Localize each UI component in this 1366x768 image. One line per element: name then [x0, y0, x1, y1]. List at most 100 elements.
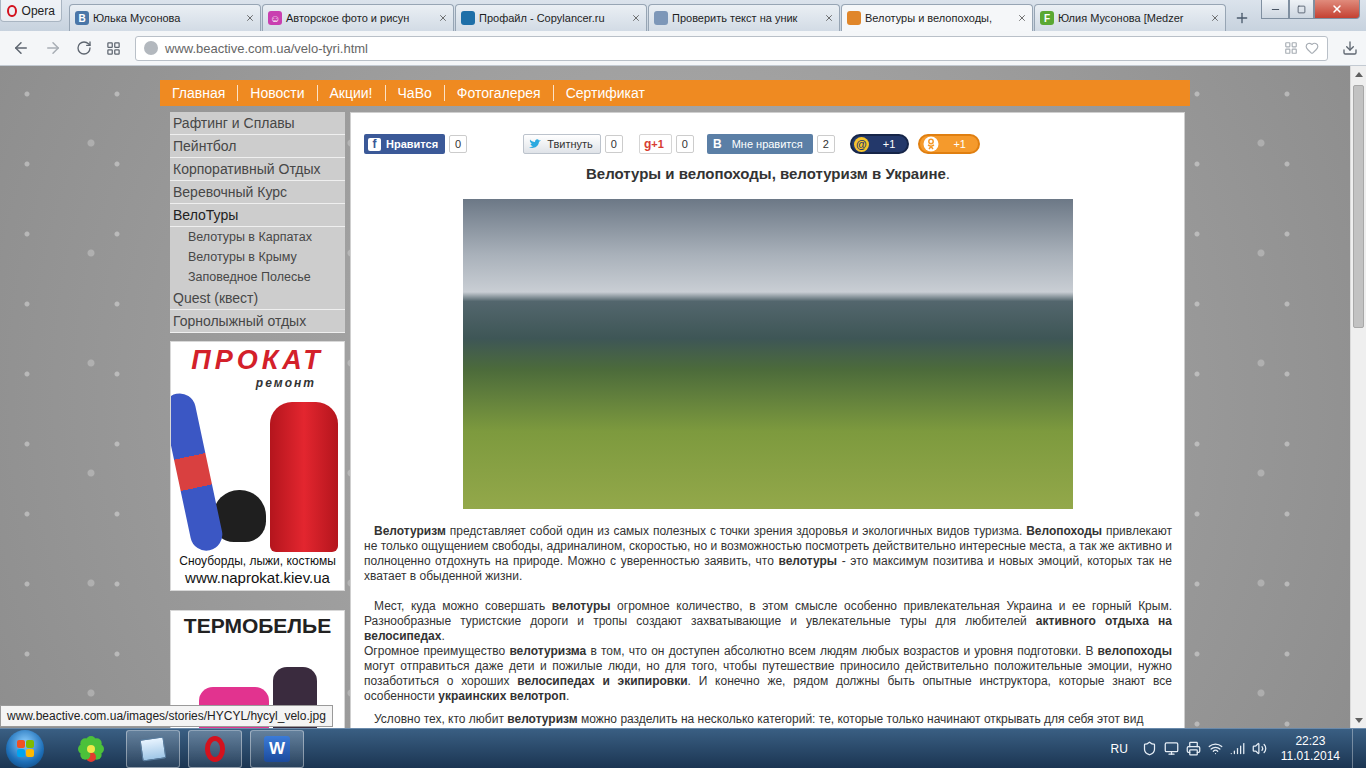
- sidebar-item[interactable]: Заповедное Полесье: [170, 267, 345, 287]
- heart-icon: [1305, 41, 1319, 55]
- share-button[interactable]: Твитнуть: [523, 134, 601, 154]
- cyclist-photo: [463, 199, 1073, 509]
- printer-icon[interactable]: [1186, 741, 1201, 756]
- address-field[interactable]: www.beactive.com.ua/velo-tyri.html: [135, 36, 1328, 61]
- plus-icon: [1234, 10, 1250, 26]
- gp-logo-icon: g: [644, 137, 651, 151]
- snowboard-icon: [170, 391, 226, 554]
- sidebar-item[interactable]: Веревочный Курс: [170, 181, 345, 204]
- bookmark-button[interactable]: [1305, 41, 1319, 55]
- paragraph: Огромное преимущество велотуризма в том,…: [364, 644, 1172, 704]
- sidebar-item[interactable]: Корпоративный Отдых: [170, 158, 345, 181]
- start-button[interactable]: [6, 730, 44, 768]
- sidebar-item[interactable]: Велотуры в Крыму: [170, 247, 345, 267]
- site-nav: ГлавнаяНовостиАкции!ЧаВоФотогалереяСерти…: [160, 80, 1190, 106]
- network-icon[interactable]: [1208, 741, 1223, 756]
- sidebar-item[interactable]: Велотуры в Карпатах: [170, 227, 345, 247]
- banner-subtitle: ремонт: [256, 376, 316, 390]
- back-button[interactable]: [12, 39, 30, 57]
- banner-url: www.naprokat.kiev.ua: [185, 569, 330, 588]
- sidebar: Рафтинг и СплавыПейнтболКорпоративный От…: [170, 112, 345, 728]
- social-buttons: fНравится0Твитнуть0g+10ВМне нравится2@+1…: [364, 133, 1172, 155]
- tab-label: Юлька Мусонова: [93, 12, 241, 24]
- taskbar-app[interactable]: [64, 730, 118, 768]
- share-button[interactable]: +1: [918, 134, 980, 154]
- sidebar-item[interactable]: Рафтинг и Сплавы: [170, 112, 345, 135]
- prokat-banner[interactable]: ПРОКАТремонтСноуборды, лыжи, костюмыwww.…: [170, 341, 345, 591]
- browser-tab[interactable]: Велотуры и велопоходы,: [841, 4, 1033, 31]
- show-desktop-button[interactable]: [1352, 729, 1366, 768]
- sidebar-item[interactable]: Пейнтбол: [170, 135, 345, 158]
- new-tab-button[interactable]: [1234, 10, 1250, 26]
- site-container: ГлавнаяНовостиАкции!ЧаВоФотогалереяСерти…: [160, 80, 1190, 728]
- nav-link[interactable]: ЧаВо: [385, 85, 444, 101]
- address-text: www.beactive.com.ua/velo-tyri.html: [165, 41, 1277, 56]
- nav-link[interactable]: Главная: [160, 85, 237, 101]
- minimize-button[interactable]: [1261, 0, 1289, 19]
- browser-tab[interactable]: ☺Авторское фото и рисун: [262, 4, 454, 31]
- share-button[interactable]: @+1: [850, 134, 910, 154]
- scrollbar[interactable]: [1350, 66, 1366, 728]
- share-count: 0: [676, 135, 694, 153]
- share-label: Мне нравится: [732, 138, 803, 150]
- close-tab-icon[interactable]: [438, 13, 448, 23]
- nav-link[interactable]: Фотогалерея: [444, 85, 553, 101]
- scroll-thumb[interactable]: [1353, 85, 1364, 328]
- forward-button[interactable]: [44, 39, 62, 57]
- scroll-up-icon[interactable]: [1351, 66, 1366, 82]
- speed-dial-button[interactable]: [106, 41, 121, 56]
- article-text: Велотуризм представляет собой один из са…: [364, 524, 1172, 727]
- maximize-icon: [1297, 5, 1306, 14]
- fb-logo-icon: f: [368, 138, 381, 151]
- share-label: Твитнуть: [547, 138, 593, 150]
- web-page: ГлавнаяНовостиАкции!ЧаВоФотогалереяСерти…: [0, 66, 1350, 728]
- close-tab-icon[interactable]: [824, 13, 834, 23]
- tab-label: Авторское фото и рисун: [286, 12, 434, 24]
- odnoklassniki-icon: [923, 136, 939, 152]
- language-indicator[interactable]: RU: [1110, 742, 1127, 756]
- volume-icon[interactable]: [1252, 741, 1267, 756]
- clock[interactable]: 22:2311.01.2014: [1267, 734, 1352, 764]
- sidebar-item[interactable]: Quest (квест): [170, 287, 345, 310]
- share-count: 2: [817, 135, 835, 153]
- close-tab-icon[interactable]: [1210, 13, 1220, 23]
- close-tab-icon[interactable]: [245, 13, 255, 23]
- close-tab-icon[interactable]: [631, 13, 641, 23]
- share-label: +1: [953, 138, 966, 150]
- nav-link[interactable]: Новости: [237, 85, 316, 101]
- scroll-down-icon[interactable]: [1351, 712, 1366, 728]
- sidebar-item[interactable]: Горнолыжный отдых: [170, 310, 345, 333]
- browser-tab[interactable]: Проверить текст на уник: [648, 4, 840, 31]
- signal-icon[interactable]: [1230, 741, 1245, 756]
- taskbar-app[interactable]: W: [250, 730, 304, 768]
- sidebar-item[interactable]: ВелоТуры: [170, 204, 345, 227]
- maximize-button[interactable]: [1289, 0, 1314, 19]
- nav-link[interactable]: Сертификат: [553, 85, 657, 101]
- close-button[interactable]: [1314, 0, 1360, 19]
- tab-label: Велотуры и велопоходы,: [865, 12, 1013, 24]
- browser-tab[interactable]: FЮлия Мусонова [Medzer: [1034, 4, 1226, 31]
- back-arrow-icon: [12, 39, 30, 57]
- share-button[interactable]: ВМне нравится: [707, 134, 813, 154]
- browser-tab[interactable]: ВЮлька Мусонова: [69, 4, 261, 31]
- paragraph: Условно тех, кто любит велотуризм можно …: [364, 712, 1172, 727]
- browser-tab[interactable]: Профайл - Copylancer.ru: [455, 4, 647, 31]
- share-button[interactable]: g+1: [639, 134, 672, 154]
- toolbar: www.beactive.com.ua/velo-tyri.html: [0, 31, 1366, 66]
- gp-share: g+10: [639, 134, 694, 154]
- speed-dial-add[interactable]: [1284, 41, 1298, 55]
- shield-icon[interactable]: [1142, 741, 1157, 756]
- taskbar-app[interactable]: [126, 730, 180, 768]
- taskbar-app[interactable]: [188, 730, 242, 768]
- vk-share: ВМне нравится2: [707, 134, 835, 154]
- screen: Opera ВЮлька Мусонова☺Авторское фото и ри…: [0, 0, 1366, 768]
- tab-label: Юлия Мусонова [Medzer: [1058, 12, 1206, 24]
- reload-button[interactable]: [76, 40, 92, 56]
- tab-label: Проверить текст на уник: [672, 12, 820, 24]
- nav-link[interactable]: Акции!: [317, 85, 385, 101]
- close-tab-icon[interactable]: [1017, 13, 1027, 23]
- opera-menu-button[interactable]: Opera: [0, 0, 62, 22]
- share-button[interactable]: fНравится: [364, 134, 445, 154]
- monitor-icon[interactable]: [1164, 741, 1179, 756]
- downloads-button[interactable]: [1342, 40, 1358, 56]
